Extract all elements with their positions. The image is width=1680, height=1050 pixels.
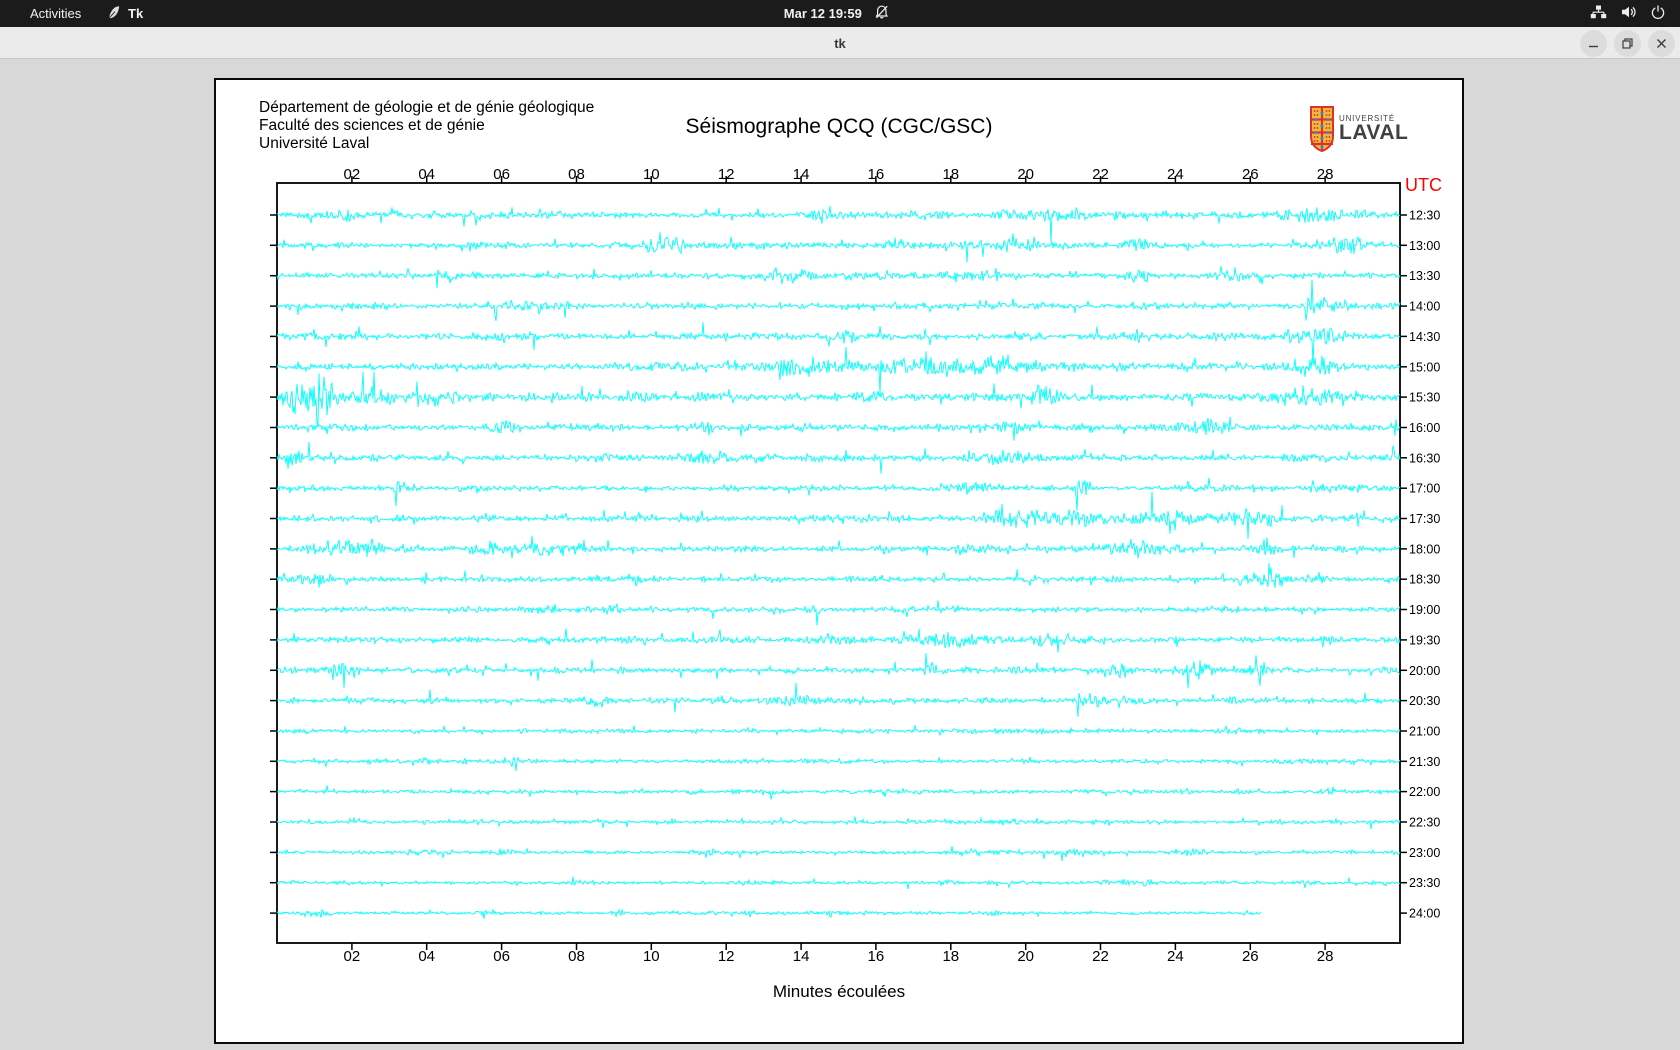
row-time-label: 18:30 (1409, 573, 1440, 587)
row-time-label: 19:30 (1409, 633, 1440, 647)
seismo-trace (276, 322, 1401, 364)
clock-text: Mar 12 19:59 (783, 6, 862, 21)
x-tick-label-top: 02 (344, 166, 361, 183)
window-title: tk (834, 35, 846, 51)
activities-button[interactable]: Activities (24, 0, 87, 27)
x-tick-label-top: 08 (568, 166, 585, 183)
x-axis-title: Minutes écoulées (772, 982, 906, 1001)
restore-button[interactable] (1614, 30, 1641, 57)
row-time-label: 24:00 (1409, 907, 1440, 921)
row-time-label: 22:00 (1409, 785, 1440, 799)
seismo-trace (276, 876, 1401, 890)
seismo-trace (276, 371, 1401, 425)
seismo-trace (276, 682, 1401, 717)
x-tick-label-top: 22 (1092, 166, 1109, 183)
seismo-trace (276, 477, 1401, 511)
row-time-label: 16:00 (1409, 421, 1440, 435)
x-tick-label-top: 28 (1317, 166, 1334, 183)
seismograph-canvas: Département de géologie et de génie géol… (214, 78, 1464, 1044)
seismo-trace (276, 205, 1401, 243)
volume-icon (1620, 4, 1637, 23)
row-time-label: 15:30 (1409, 391, 1440, 405)
close-button[interactable] (1648, 30, 1675, 57)
x-tick-label-bottom: 26 (1242, 948, 1259, 965)
seismo-trace (276, 347, 1401, 393)
row-time-label: 21:00 (1409, 725, 1440, 739)
x-tick-label-top: 04 (418, 166, 435, 183)
x-tick-label-bottom: 14 (793, 948, 810, 965)
seismo-trace (276, 816, 1401, 829)
focused-app-name: Tk (128, 6, 144, 21)
seismo-trace (277, 846, 1401, 862)
clock-menu[interactable]: Mar 12 19:59 (784, 0, 890, 27)
focused-app-menu[interactable]: Tk (106, 0, 143, 27)
seismo-trace (276, 416, 1401, 441)
x-tick-label-top: 12 (718, 166, 735, 183)
x-tick-label-bottom: 16 (868, 948, 885, 965)
x-tick-label-top: 14 (793, 166, 810, 183)
network-icon (1590, 4, 1607, 23)
seismo-trace (276, 908, 1262, 919)
row-time-label: 12:30 (1409, 209, 1440, 223)
seismo-trace (276, 441, 1401, 474)
x-tick-label-bottom: 04 (418, 948, 435, 965)
x-tick-label-top: 26 (1242, 166, 1259, 183)
x-tick-label-top: 16 (868, 166, 885, 183)
system-tray[interactable] (1590, 0, 1666, 27)
row-time-label: 14:00 (1409, 300, 1440, 314)
row-time-label: 21:30 (1409, 755, 1440, 769)
x-tick-label-top: 18 (942, 166, 959, 183)
seismo-trace (276, 755, 1401, 772)
row-time-label: 23:30 (1409, 876, 1440, 890)
x-tick-label-bottom: 18 (942, 948, 959, 965)
gnome-top-bar: Activities Tk Mar 12 19:59 (0, 0, 1680, 27)
seismo-trace (276, 232, 1401, 263)
x-tick-label-bottom: 10 (643, 948, 660, 965)
seismo-trace (276, 279, 1401, 321)
x-tick-label-bottom: 12 (718, 948, 735, 965)
row-time-label: 13:30 (1409, 269, 1440, 283)
seismo-trace (276, 491, 1401, 540)
seismo-trace (276, 785, 1401, 800)
seismo-trace (276, 628, 1401, 653)
row-time-label: 17:30 (1409, 512, 1440, 526)
minimize-button[interactable] (1580, 30, 1607, 57)
plot-frame (276, 182, 1401, 944)
x-tick-label-bottom: 06 (493, 948, 510, 965)
row-time-label: 20:00 (1409, 664, 1440, 678)
x-tick-label-bottom: 20 (1017, 948, 1034, 965)
x-tick-label-top: 06 (493, 166, 510, 183)
row-time-label: 20:30 (1409, 694, 1440, 708)
row-time-label: 18:00 (1409, 542, 1440, 556)
seismo-trace (276, 724, 1401, 737)
x-tick-label-bottom: 28 (1317, 948, 1334, 965)
row-time-label: 13:00 (1409, 239, 1440, 253)
tk-window-content: Département de géologie et de génie géol… (0, 59, 1680, 1050)
utc-label: UTC (1405, 175, 1442, 195)
x-tick-label-bottom: 02 (344, 948, 361, 965)
row-time-label: 15:00 (1409, 360, 1440, 374)
tk-feather-icon (106, 5, 121, 23)
window-titlebar[interactable]: tk (0, 27, 1680, 59)
seismo-trace (276, 266, 1401, 289)
x-tick-label-top: 10 (643, 166, 660, 183)
row-time-label: 16:30 (1409, 451, 1440, 465)
row-time-label: 17:00 (1409, 482, 1440, 496)
seismo-trace (276, 563, 1401, 589)
helicorder-plot: 02 02 04 04 06 06 08 08 10 10 12 12 14 14 16 16 18 18 20 20… (270, 166, 1442, 965)
seismo-trace (276, 600, 1401, 626)
row-time-label: 19:00 (1409, 603, 1440, 617)
row-time-label: 23:00 (1409, 846, 1440, 860)
power-icon (1650, 4, 1666, 23)
x-tick-label-bottom: 22 (1092, 948, 1109, 965)
x-tick-label-bottom: 24 (1167, 948, 1184, 965)
x-tick-label-bottom: 08 (568, 948, 585, 965)
seismo-trace (276, 535, 1401, 559)
seismo-trace (276, 653, 1401, 689)
row-time-label: 22:30 (1409, 816, 1440, 830)
x-tick-label-top: 20 (1017, 166, 1034, 183)
x-tick-label-top: 24 (1167, 166, 1184, 183)
notifications-muted-icon (874, 4, 890, 23)
row-time-label: 14:30 (1409, 330, 1440, 344)
